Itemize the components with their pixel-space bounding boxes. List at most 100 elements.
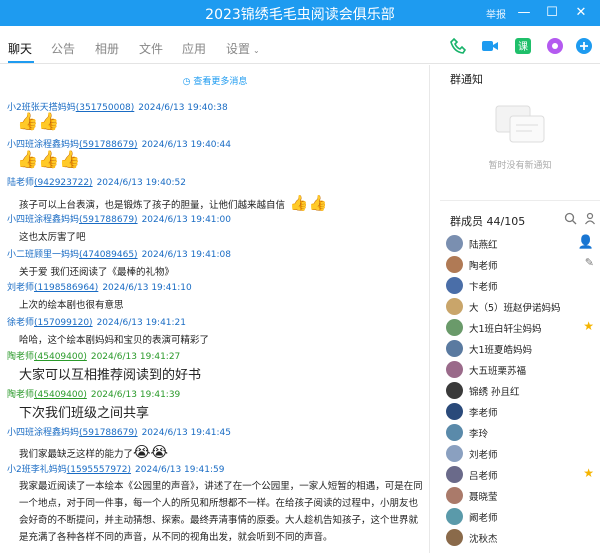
message-body: 孩子可以上台表演，也是锻炼了孩子的胆量，让他们越来越自信 👍👍 [19, 194, 327, 212]
tab-indicator [8, 61, 34, 63]
sender-name[interactable]: 小四班涂程鑫妈妈 [7, 215, 79, 225]
more-messages-link[interactable]: ◷ 查看更多消息 [0, 74, 429, 87]
member-name: 大1班夏皓妈妈 [469, 345, 533, 356]
avatar [446, 340, 463, 357]
message-body: 我家最近阅读了一本绘本《公园里的声音》，讲述了在一个公园里，一家人短暂的相遇，可… [19, 481, 423, 543]
search-icon[interactable] [564, 212, 577, 225]
avatar [446, 277, 463, 294]
tab-files[interactable]: 文件 [139, 40, 163, 57]
avatar [446, 529, 463, 546]
member-item[interactable]: 刘老师 [446, 444, 596, 464]
tab-apps[interactable]: 应用 [182, 40, 206, 57]
member-name: 卞老师 [469, 282, 498, 293]
sender-id[interactable]: (591788679) [79, 140, 138, 150]
message-time: 2024/6/13 19:41:21 [96, 318, 187, 328]
crying-icon: 😭😭 [133, 443, 169, 461]
message-time: 2024/6/13 19:40:44 [141, 140, 232, 150]
message-time: 2024/6/13 19:41:10 [102, 283, 192, 293]
avatar [446, 508, 463, 525]
title-bar: 2023锦绣毛毛虫阅读会俱乐部 举报 — ☐ ✕ [0, 0, 600, 26]
maximize-icon[interactable]: ☐ [541, 2, 563, 24]
class-icon[interactable]: 课 [514, 37, 532, 55]
sender-id[interactable]: (591788679) [79, 428, 138, 438]
report-link[interactable]: 举报 [486, 6, 506, 21]
message-header: 徐老师(157099120) 2024/6/13 19:41:21 [7, 315, 186, 328]
member-item[interactable]: 阚老师 [446, 507, 596, 527]
avatar [446, 298, 463, 315]
sender-name[interactable]: 小2班李礼妈妈 [7, 465, 67, 475]
message-header: 陆老师(942923722) 2024/6/13 19:40:52 [7, 175, 186, 188]
sender-id[interactable]: (157099120) [34, 318, 93, 328]
sender-id[interactable]: (942923722) [34, 178, 93, 188]
more-messages-label: 查看更多消息 [193, 77, 248, 87]
sender-name[interactable]: 小四班涂程鑫妈妈 [7, 140, 79, 150]
sender-name[interactable]: 刘老师 [7, 283, 34, 293]
tab-album[interactable]: 相册 [95, 40, 119, 57]
sender-id[interactable]: (45409400) [34, 390, 87, 400]
notice-empty-text: 暂时没有新通知 [488, 161, 552, 171]
member-item[interactable]: 锦绣 孙且红 [446, 381, 596, 401]
member-item[interactable]: 李老师 [446, 402, 596, 422]
message-text: 孩子可以上台表演，也是锻炼了孩子的胆量，让他们越来越自信 [19, 200, 286, 211]
sender-name[interactable]: 徐老师 [7, 318, 34, 328]
sender-name[interactable]: 陆老师 [7, 178, 34, 188]
sender-id[interactable]: (1595557972) [67, 465, 131, 475]
add-icon[interactable] [575, 37, 593, 55]
member-name: 阚老师 [469, 513, 498, 524]
member-item[interactable]: 陶老师 ✎ [446, 255, 596, 275]
avatar [446, 487, 463, 504]
member-item[interactable]: 沈秋杰 [446, 528, 596, 548]
member-name: 李玲 [469, 429, 489, 440]
sender-name[interactable]: 陶老师 [7, 352, 34, 362]
message-header: 陶老师(45409400) 2024/6/13 19:41:39 [7, 387, 180, 400]
tab-chat[interactable]: 聊天 [8, 40, 32, 57]
sender-id[interactable]: (351750008) [76, 103, 135, 113]
member-item[interactable]: 大1班夏皓妈妈 [446, 339, 596, 359]
close-icon[interactable]: ✕ [570, 2, 592, 24]
panel-divider [440, 200, 600, 201]
member-item[interactable]: 聂晓莹 [446, 486, 596, 506]
message-text: 我们家最缺乏这样的能力了 [19, 449, 134, 460]
sender-id[interactable]: (1198586964) [34, 283, 98, 293]
member-item[interactable]: 吕老师 ★ [446, 465, 596, 485]
avatar [446, 319, 463, 336]
minimize-icon[interactable]: — [513, 2, 535, 24]
add-member-icon[interactable] [584, 212, 597, 225]
message-time: 2024/6/13 19:41:59 [135, 465, 225, 475]
avatar [446, 256, 463, 273]
sender-id[interactable]: (45409400) [34, 352, 87, 362]
message-body: 下次我们班级之间共享 [19, 406, 150, 421]
member-item[interactable]: 大五班栗苏福 [446, 360, 596, 380]
phone-icon[interactable] [449, 37, 467, 55]
member-item[interactable]: 大（5）班赵伊诺妈妈 [446, 297, 596, 317]
avatar [446, 235, 463, 252]
video-icon[interactable] [481, 37, 499, 55]
member-name: 吕老师 [469, 471, 498, 482]
notice-title: 群通知 [450, 73, 483, 86]
message-header: 小四班涂程鑫妈妈(591788679) 2024/6/13 19:40:44 [7, 137, 231, 150]
tab-settings[interactable]: 设置 ⌄ [226, 40, 260, 57]
member-item[interactable]: 李玲 [446, 423, 596, 443]
message-header: 小四班涂程鑫妈妈(591788679) 2024/6/13 19:41:00 [7, 212, 231, 225]
sender-name[interactable]: 小四班涂程鑫妈妈 [7, 428, 79, 438]
message-body: 关于爱 我们还阅读了《最棒的礼物》 [19, 267, 175, 278]
sender-id[interactable]: (591788679) [79, 215, 138, 225]
message-header: 小四班涂程鑫妈妈(591788679) 2024/6/13 19:41:45 [7, 425, 231, 438]
tab-notice[interactable]: 公告 [51, 40, 75, 57]
sender-name[interactable]: 小二班顾里一妈妈 [7, 250, 79, 260]
message-time: 2024/6/13 19:41:00 [141, 215, 232, 225]
app-icon[interactable] [546, 37, 564, 55]
member-item[interactable]: 大1班白轩尘妈妈 ★ [446, 318, 596, 338]
edit-icon[interactable]: ✎ [585, 256, 594, 269]
message-time: 2024/6/13 19:41:08 [141, 250, 232, 260]
message-header: 小二班顾里一妈妈(474089465) 2024/6/13 19:41:08 [7, 247, 231, 260]
message-body: 我们家最缺乏这样的能力了😭😭 [19, 443, 168, 461]
member-item[interactable]: 陆燕红 👤 [446, 234, 596, 254]
member-name: 大1班白轩尘妈妈 [469, 324, 542, 335]
sender-id[interactable]: (474089465) [79, 250, 138, 260]
thumbs-up-icon: 👍👍 [285, 194, 328, 212]
member-item[interactable]: 卞老师 [446, 276, 596, 296]
sender-name[interactable]: 陶老师 [7, 390, 34, 400]
avatar [446, 424, 463, 441]
message-time: 2024/6/13 19:41:39 [90, 390, 181, 400]
